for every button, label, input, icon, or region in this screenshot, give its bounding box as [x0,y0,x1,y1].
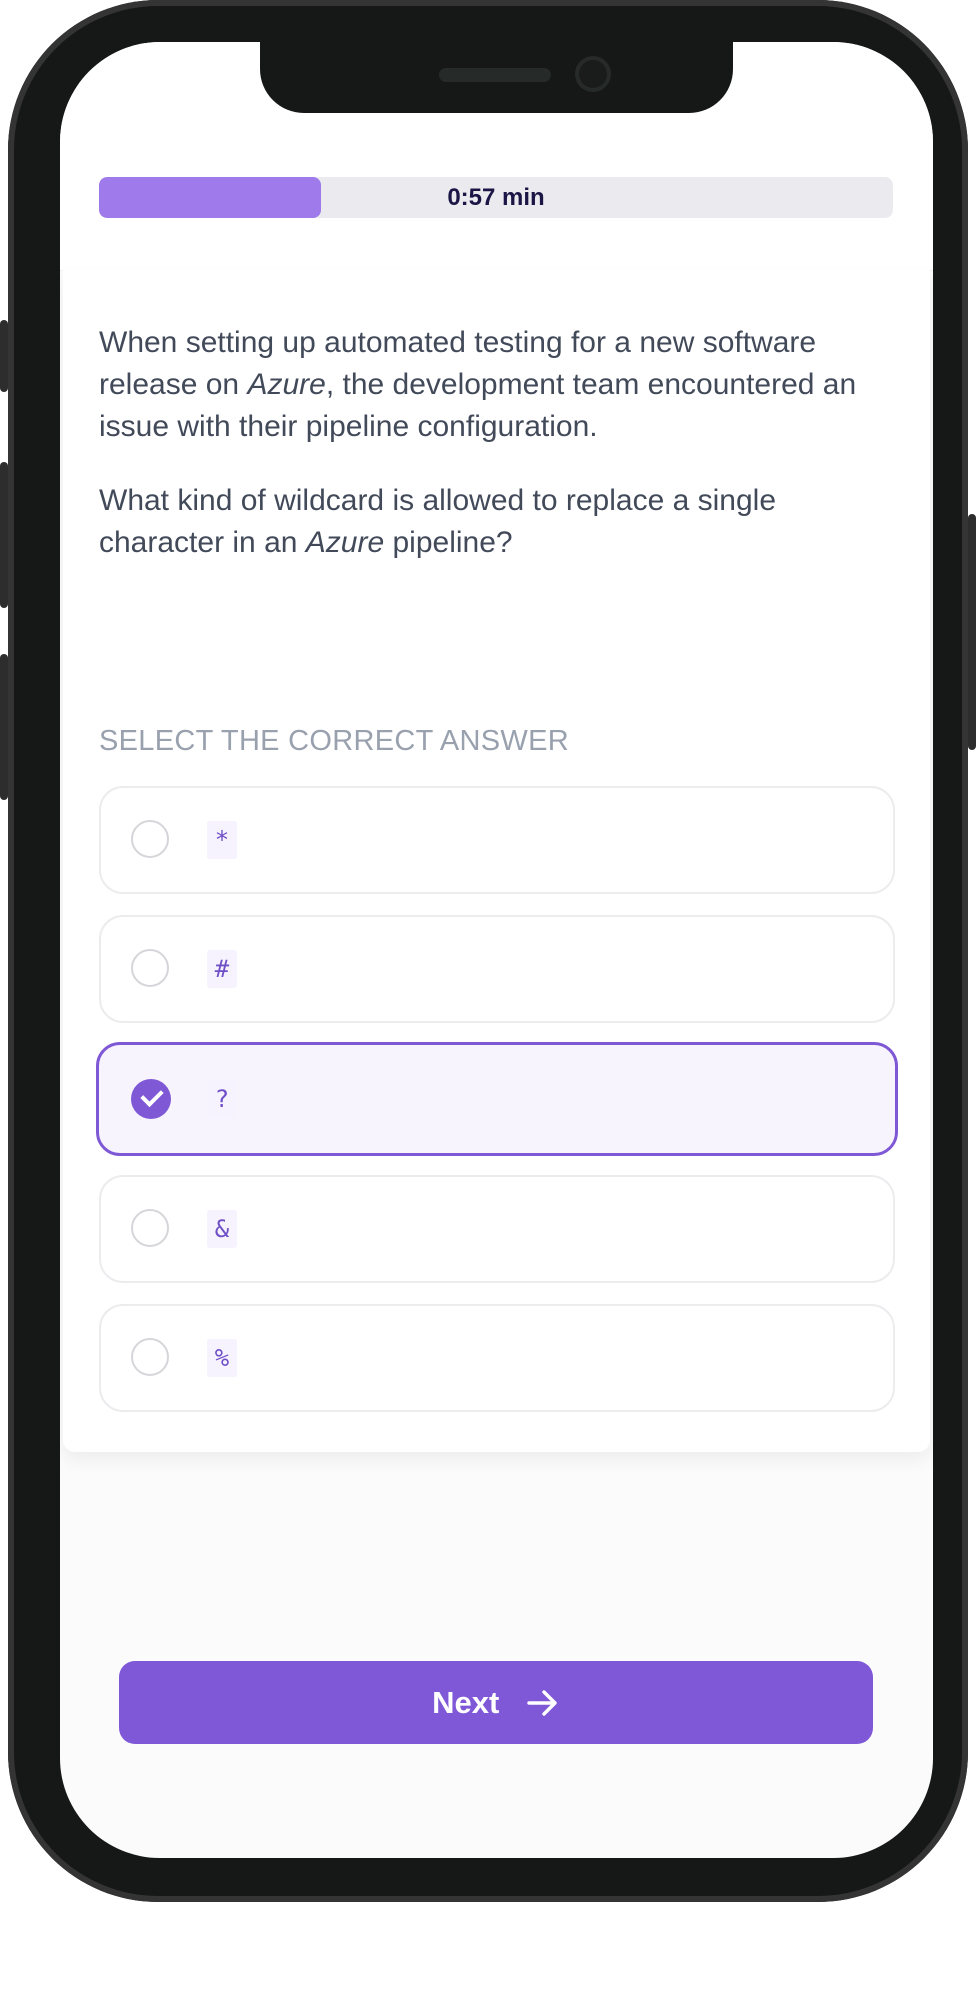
radio-unchecked-icon[interactable] [131,1338,169,1376]
phone-side-button-volume-down [0,654,8,800]
answer-option-value: % [207,1339,237,1377]
phone-side-button-power [968,514,976,750]
question-emphasis: Azure [247,368,326,401]
timer-label: 0:57 min [447,184,545,211]
answer-option-value: & [207,1210,237,1248]
question-text: When setting up automated testing for a … [99,322,899,596]
answer-option-value: # [207,950,237,988]
question-card: When setting up automated testing for a … [63,270,930,1452]
radio-checked-icon[interactable] [131,1079,171,1119]
radio-unchecked-icon[interactable] [131,820,169,858]
radio-unchecked-icon[interactable] [131,1209,169,1247]
next-button[interactable]: Next [119,1661,873,1744]
radio-unchecked-icon[interactable] [131,949,169,987]
phone-side-button-mute [0,320,8,392]
answer-option[interactable]: % [99,1304,895,1412]
phone-frame: 0:57 min When setting up automated testi… [0,0,976,1902]
question-text-run: pipeline? [384,526,513,559]
timer-progress-bar: 0:57 min [99,177,893,218]
arrow-right-icon [526,1688,560,1718]
app-screen: 0:57 min When setting up automated testi… [60,42,933,1858]
next-button-label: Next [432,1685,500,1721]
answer-option[interactable]: # [99,915,895,1023]
question-paragraph: What kind of wildcard is allowed to repl… [99,480,899,564]
answer-option[interactable]: ? [96,1042,898,1156]
speaker-grille [439,68,551,82]
answer-option-value: ? [207,1080,237,1118]
answer-option[interactable]: & [99,1175,895,1283]
answer-section-label: SELECT THE CORRECT ANSWER [99,725,569,757]
checkmark-icon [140,1083,164,1108]
question-paragraph: When setting up automated testing for a … [99,322,899,448]
phone-notch [260,36,733,113]
answer-options-list: * #? &% [96,786,898,1433]
answer-option[interactable]: * [99,786,895,894]
phone-side-button-volume-up [0,462,8,608]
answer-option-value: * [207,821,237,859]
camera-icon [575,56,611,92]
question-emphasis: Azure [305,526,385,559]
